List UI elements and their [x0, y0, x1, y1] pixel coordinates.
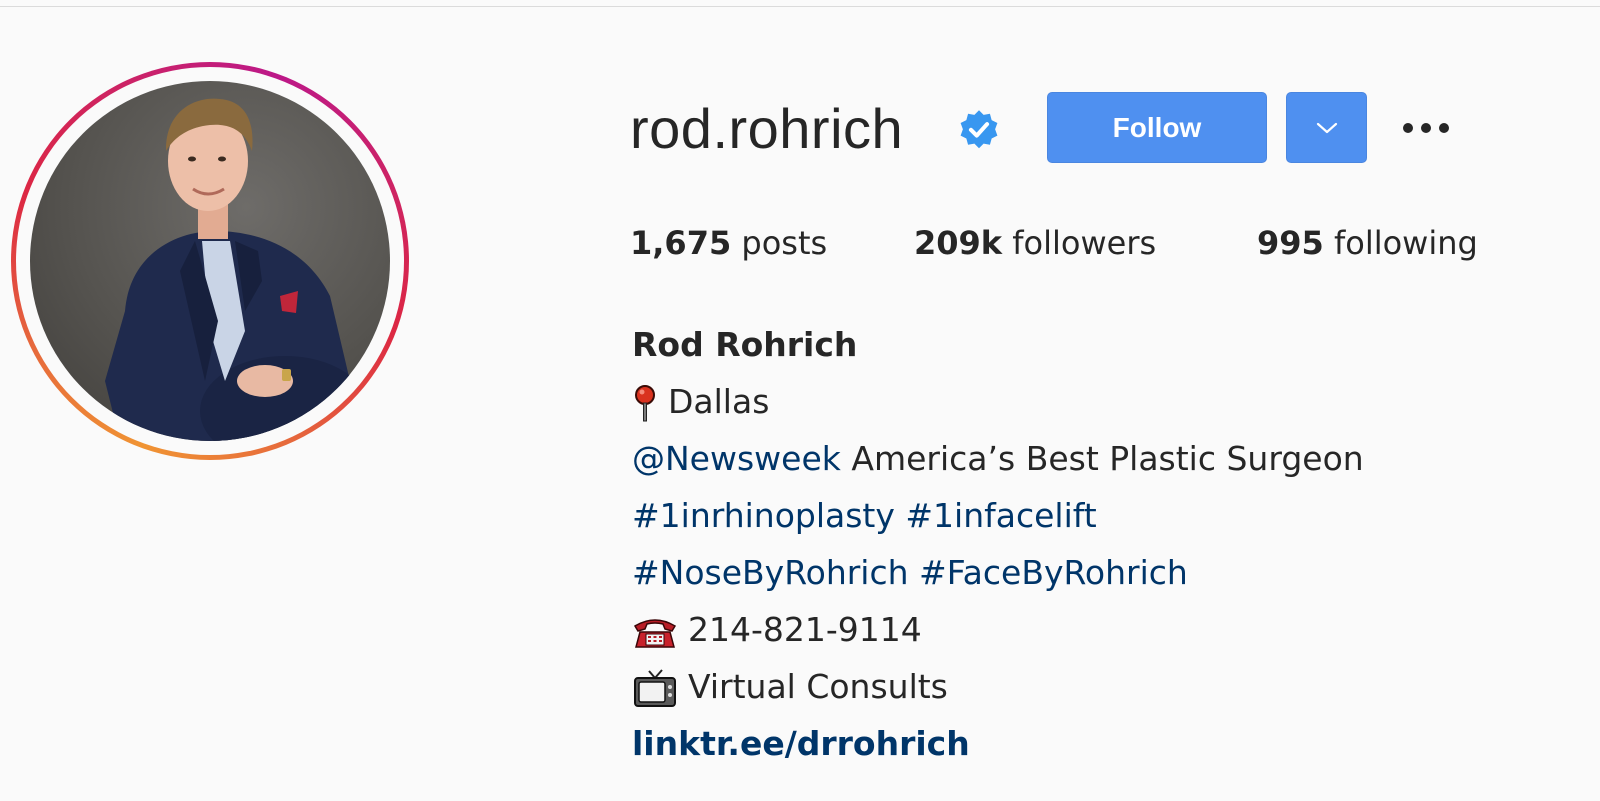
followers-stat[interactable]: 209k followers — [914, 224, 1156, 262]
bio-consults: Virtual Consults — [632, 665, 1592, 722]
pushpin-icon — [635, 384, 655, 421]
location-text: Dallas — [668, 382, 770, 421]
profile-bio: Rod Rohrich Dallas @Newsweek America’s B… — [632, 323, 1592, 779]
chevron-down-icon — [1316, 122, 1337, 133]
following-count: 995 — [1257, 224, 1324, 262]
more-options-icon — [1403, 123, 1449, 133]
mention-text: America’s Best Plastic Surgeon — [851, 439, 1364, 478]
hashtag-link[interactable]: #NoseByRohrich — [632, 553, 909, 592]
telephone-icon — [633, 618, 677, 648]
consults-text: Virtual Consults — [688, 667, 948, 706]
following-stat[interactable]: 995 following — [1257, 224, 1478, 262]
bio-location: Dallas — [632, 380, 1592, 437]
top-divider — [0, 6, 1600, 7]
phone-number: 214-821-9114 — [688, 610, 922, 649]
bio-external-link: linktr.ee/drrohrich — [632, 722, 1592, 779]
bio-hashtags-line-1: #1inrhinoplasty #1infacelift — [632, 494, 1592, 551]
bio-mention-line: @Newsweek America’s Best Plastic Surgeon — [632, 437, 1592, 494]
followers-label: followers — [1012, 224, 1157, 262]
hashtag-link[interactable]: #1inrhinoplasty — [632, 496, 895, 535]
suggested-dropdown-button[interactable] — [1286, 92, 1367, 163]
full-name: Rod Rohrich — [632, 325, 858, 364]
bio-hashtags-line-2: #NoseByRohrich #FaceByRohrich — [632, 551, 1592, 608]
profile-stats: 1,675 posts 209k followers 995 following — [0, 224, 1600, 274]
mention-link[interactable]: @Newsweek — [632, 439, 841, 478]
username: rod.rohrich — [630, 97, 904, 160]
posts-stat: 1,675 posts — [630, 224, 827, 262]
television-icon — [634, 668, 676, 707]
following-label: following — [1333, 224, 1478, 262]
posts-label: posts — [741, 224, 828, 262]
bio-phone: 214-821-9114 — [632, 608, 1592, 665]
external-link[interactable]: linktr.ee/drrohrich — [632, 724, 970, 763]
posts-count: 1,675 — [630, 224, 732, 262]
hashtag-link[interactable]: #1infacelift — [905, 496, 1096, 535]
more-options-button[interactable] — [1398, 110, 1454, 146]
followers-count: 209k — [914, 224, 1003, 262]
follow-button[interactable]: Follow — [1047, 92, 1267, 163]
hashtag-link[interactable]: #FaceByRohrich — [919, 553, 1188, 592]
verified-badge-icon — [956, 108, 1002, 154]
